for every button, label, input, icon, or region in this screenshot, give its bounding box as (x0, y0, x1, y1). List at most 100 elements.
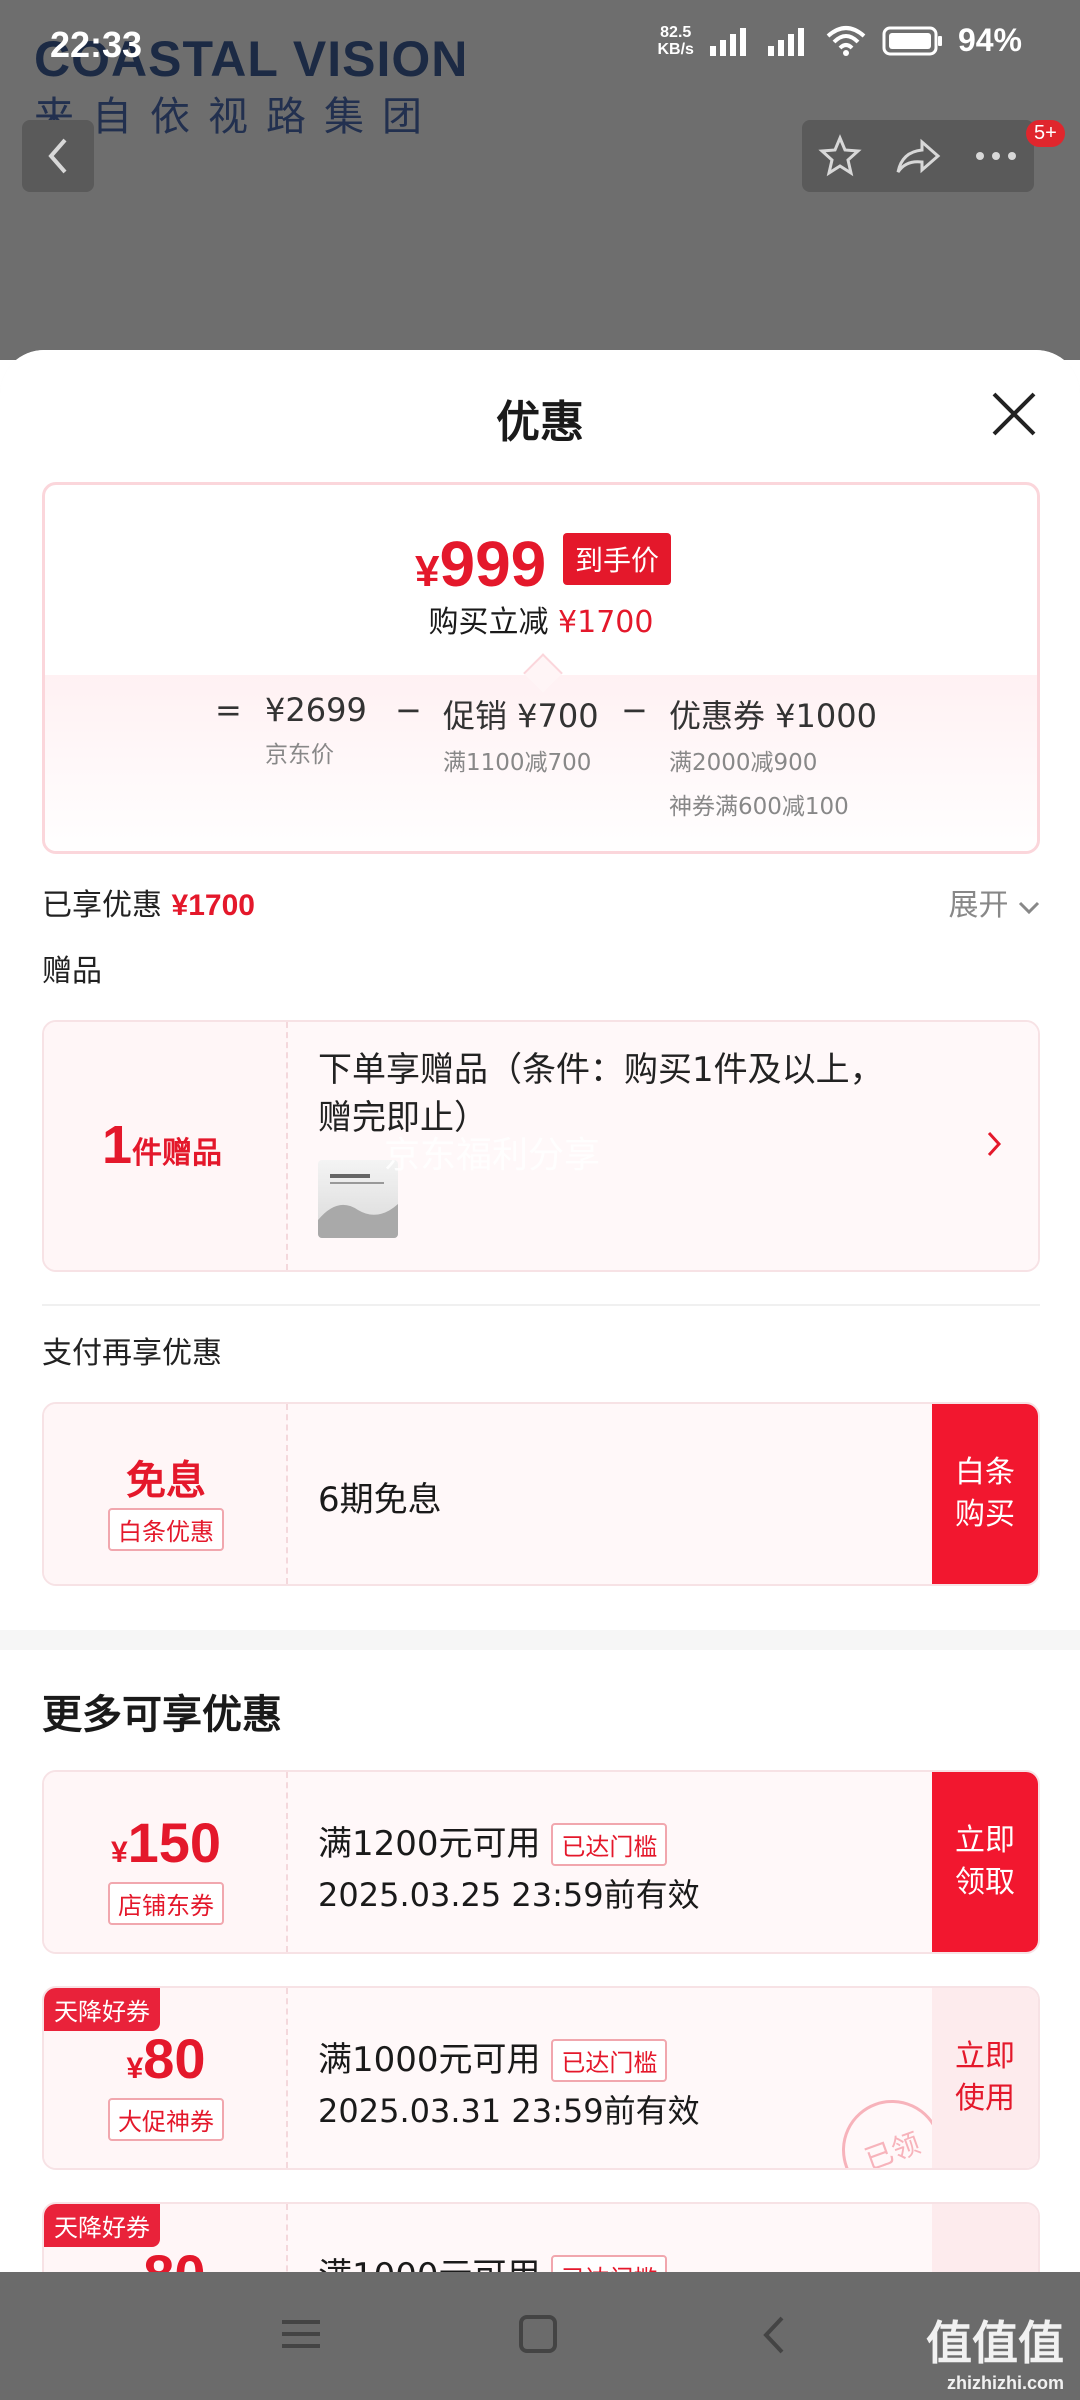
use-coupon-button[interactable]: 立即 (932, 2204, 1038, 2280)
chevron-right-icon (987, 1131, 1002, 1157)
share-icon[interactable] (894, 136, 942, 176)
coupon-condition: 满1000元可用 (318, 2040, 541, 2080)
site-watermark: 值值值 zhizhizhi.com (926, 2307, 1064, 2394)
gift-desc-line: 下单享赠品（条件：购买1件及以上， (318, 1050, 884, 1090)
reduce-label: 购买立减 (428, 605, 549, 640)
threshold-chip: 已达门槛 (551, 1823, 668, 1866)
speed-unit: KB/s (657, 40, 694, 58)
coupon-mid: 满1000元可用 已达门槛 (288, 2204, 1038, 2280)
enjoyed-discount: 已享优惠 ¥1700 (42, 880, 255, 924)
battery-icon (882, 26, 942, 55)
corner-tag: 天降好券 (44, 2204, 160, 2247)
home-icon[interactable] (518, 2314, 558, 2354)
coupon-amount-value: 150 (127, 1811, 222, 1874)
coupon-left: 天降好券 ¥80 (44, 2204, 288, 2280)
gift-count: 1件赠品 (44, 1022, 288, 1270)
close-icon[interactable] (988, 388, 1040, 440)
gift-count-text: 1件赠品 (102, 1114, 222, 1176)
baitiao-chip-wrap: 白条优惠 (44, 1508, 288, 1551)
watermark-text: 值值值 (926, 2316, 1064, 2370)
action-text: 领取 (955, 1865, 1015, 1900)
sheet-title: 优惠 (496, 397, 584, 448)
network-speed: 82.5 KB/s (658, 24, 694, 58)
watermark-url: zhizhizhi.com (947, 2373, 1064, 2393)
reduce-amount: ¥1700 (558, 605, 654, 640)
coupon-type-wrap: 店铺东券 (44, 1882, 288, 1925)
coupon-type: 大促神券 (108, 2098, 224, 2141)
back-button[interactable] (22, 120, 94, 192)
coupon-validity: 2025.03.31 23:59前有效 (318, 2092, 700, 2130)
coupon-left: 天降好券 ¥80 大促神券 (44, 1988, 288, 2168)
promo-block: 促销 ¥700 满1100减700 (443, 691, 599, 777)
coupon-amount: ¥150 (44, 1810, 288, 1875)
coupon-note: 满2000减900 (669, 750, 818, 776)
baitiao-mid: 6期免息 (288, 1404, 1038, 1584)
enjoyed-label: 已享优惠 (42, 888, 162, 923)
final-price-tag: 到手价 (563, 533, 672, 585)
more-icon[interactable] (974, 150, 1018, 162)
coupon-mid: 满1200元可用 已达门槛 2025.03.25 23:59前有效 (288, 1772, 1038, 1952)
gift-section-label: 赠品 (42, 954, 102, 989)
baitiao-buy-button[interactable]: 白条 购买 (932, 1404, 1038, 1584)
coupon-card[interactable]: ¥150 店铺东券 满1200元可用 已达门槛 2025.03.25 23:59… (42, 1770, 1040, 1954)
final-price: ¥999 (415, 527, 546, 601)
enjoyed-amount: ¥1700 (171, 889, 255, 922)
speed-value: 82.5 (660, 23, 692, 41)
coupon-amount-value: 80 (143, 2027, 206, 2090)
promo-note: 满1100减700 (443, 750, 592, 776)
coupon-block: 优惠券 ¥1000 满2000减900 神券满600减100 (669, 691, 877, 821)
yen-sign: ¥ (415, 547, 440, 596)
corner-tag: 天降好券 (44, 1988, 160, 2031)
baitiao-card[interactable]: 免息 白条优惠 6期免息 白条 购买 (42, 1402, 1040, 1586)
baitiao-left: 免息 白条优惠 (44, 1404, 288, 1584)
reduce-line: 购买立减 ¥1700 (45, 597, 1037, 641)
coupon-mid: 满1000元可用 已达门槛 2025.03.31 23:59前有效 已领 (288, 1988, 1038, 2168)
discount-sheet: 优惠 ¥999 到手价 购买立减 ¥1700 = ¥2699 京东价 − 促销 … (0, 350, 1080, 2280)
status-time: 22:33 (50, 24, 143, 65)
use-coupon-button[interactable]: 立即 使用 (932, 1988, 1038, 2168)
claim-coupon-button[interactable]: 立即 领取 (932, 1772, 1038, 1952)
coupon-condition-row: 满1000元可用 已达门槛 (318, 2032, 668, 2082)
star-icon[interactable] (818, 134, 862, 178)
battery-percent: 94% (957, 22, 1022, 58)
jd-price-block: ¥2699 京东价 (265, 691, 367, 769)
expand-button[interactable]: 展开 (948, 880, 1040, 924)
signal-icon (767, 27, 804, 56)
back-nav-icon[interactable] (758, 2314, 788, 2356)
background-page: COASTAL VISION 来自依视路集团 22:33 82.5 KB/s 9… (0, 0, 1080, 360)
jd-price-label: 京东价 (265, 742, 334, 768)
action-text: 购买 (955, 1497, 1015, 1532)
coupon-note: 神券满600减100 (669, 794, 849, 820)
action-text: 使用 (955, 2081, 1015, 2116)
yen-sign: ¥ (110, 1836, 128, 1869)
pay-section-label: 支付再享优惠 (42, 1336, 222, 1371)
gift-card[interactable]: 1件赠品 下单享赠品（条件：购买1件及以上， 赠完即止） 京东福利分享 (42, 1020, 1040, 1272)
coupon-left: ¥150 店铺东券 (44, 1772, 288, 1952)
final-price-value: 999 (439, 528, 547, 600)
chevron-down-icon (1018, 901, 1040, 915)
coupon-card[interactable]: 天降好券 ¥80 满1000元可用 已达门槛 立即 (42, 2202, 1040, 2280)
interest-free-title: 免息 (126, 1458, 206, 1504)
coupon-condition: 满1200元可用 (318, 1824, 541, 1864)
promo-amount: 促销 ¥700 (443, 697, 599, 735)
coupon-type-wrap: 大促神券 (44, 2098, 288, 2141)
watermark-overlay: 京东福利分享 (384, 1135, 601, 1176)
gift-count-label: 件赠品 (132, 1136, 223, 1171)
gift-detail: 下单享赠品（条件：购买1件及以上， 赠完即止） 京东福利分享 (288, 1022, 1038, 1270)
coupon-validity: 2025.03.25 23:59前有效 (318, 1876, 700, 1914)
price-breakdown-card: ¥999 到手价 购买立减 ¥1700 = ¥2699 京东价 − 促销 ¥70… (42, 482, 1040, 854)
jd-price: ¥2699 (265, 691, 367, 729)
status-bar: 22:33 82.5 KB/s 94% (0, 0, 1080, 96)
equals-sign: = (215, 691, 242, 729)
menu-icon[interactable] (280, 2316, 322, 2352)
gift-count-number: 1 (102, 1115, 133, 1175)
action-text: 立即 (955, 2039, 1015, 2074)
top-actions (802, 120, 1034, 192)
coupon-condition-row: 满1200元可用 已达门槛 (318, 1816, 668, 1866)
expand-label: 展开 (948, 888, 1009, 923)
minus-sign: − (621, 691, 648, 729)
coupon-amount: ¥80 (44, 2026, 288, 2091)
coupon-card[interactable]: 天降好券 ¥80 大促神券 满1000元可用 已达门槛 2025.03.31 2… (42, 1986, 1040, 2170)
installment-desc: 6期免息 (318, 1480, 442, 1520)
sheet-lower-section (0, 1650, 1080, 2280)
